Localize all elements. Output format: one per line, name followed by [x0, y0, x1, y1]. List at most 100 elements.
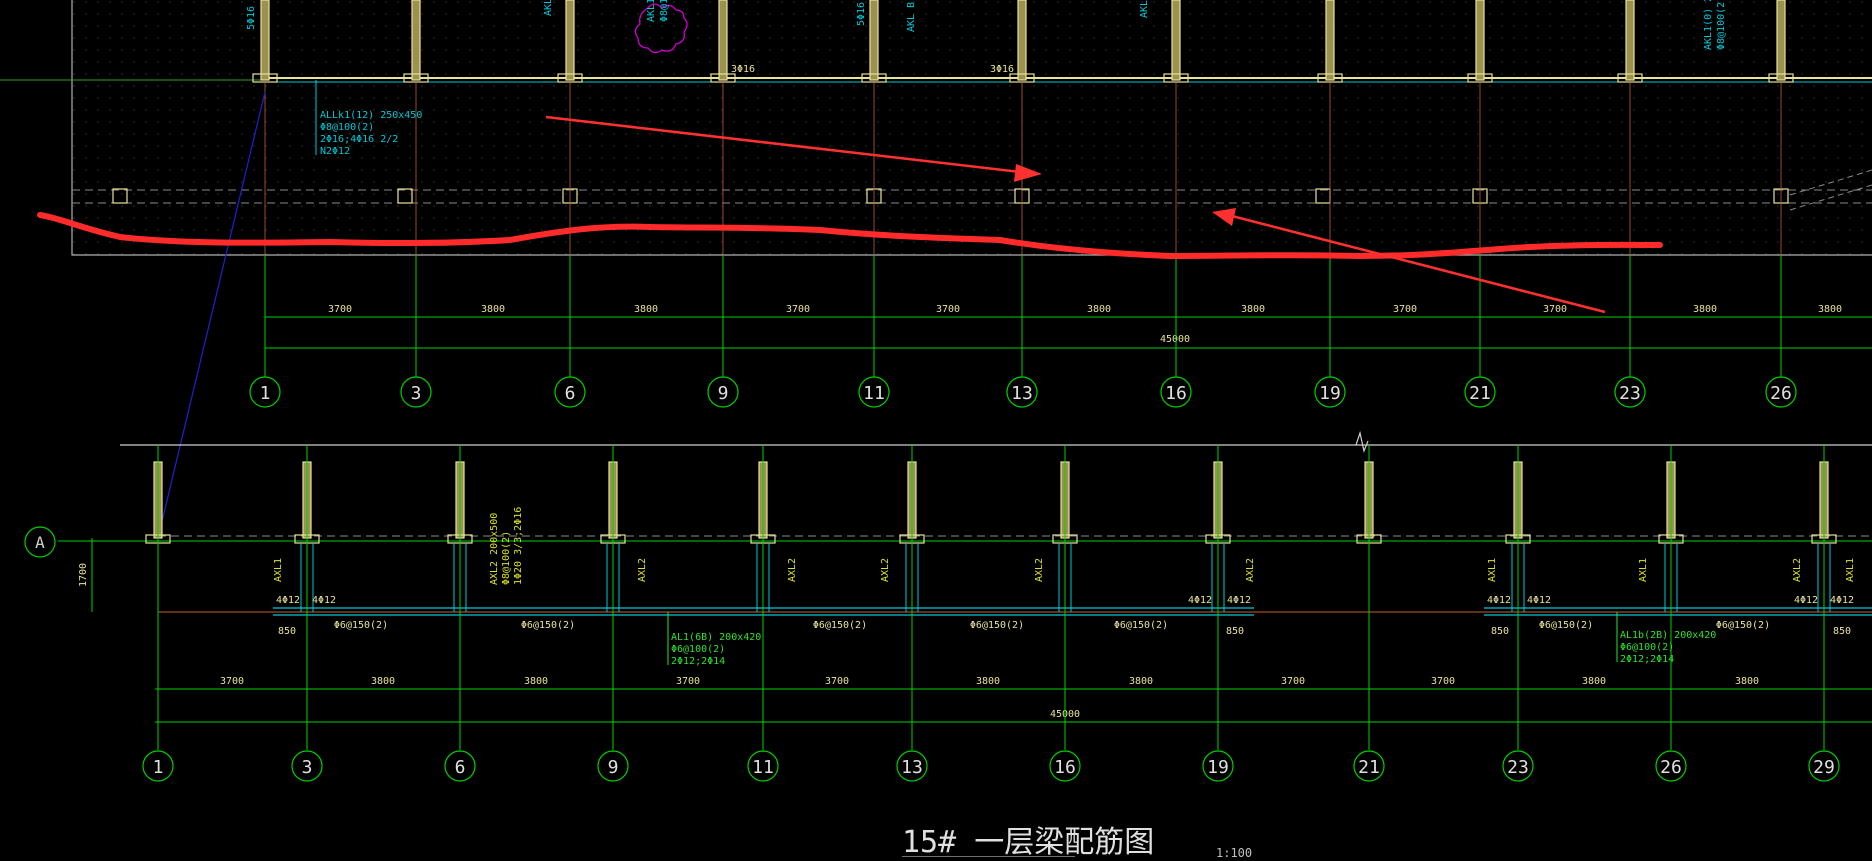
rebar-mark: 4Φ12: [312, 595, 336, 606]
stirrup-spec: Φ6@150(2): [1114, 620, 1168, 631]
beam-label: AXL2: [1034, 558, 1045, 582]
dimension-value: 3700: [1543, 304, 1567, 315]
rebar-mark: 4Φ12: [1830, 595, 1854, 606]
rebar-mark: 4Φ12: [1227, 595, 1251, 606]
dimension-value: 3700: [786, 304, 810, 315]
axis-label: 13: [1011, 383, 1033, 404]
al1b-callout-2: Φ6@100(2): [1620, 642, 1674, 653]
rebar-mark: 4Φ12: [1794, 595, 1818, 606]
drawing-scale: 1:100: [1216, 846, 1252, 857]
axis-label: 21: [1358, 757, 1380, 778]
axis-label: 23: [1507, 757, 1529, 778]
wall-column: [411, 0, 421, 81]
callout-line-1: ALLk1(12) 250x450: [320, 110, 422, 121]
axis-label-a: A: [35, 533, 45, 552]
beam-reinforcement-drawing: 3700 3800 3800 3700 3700 3800 3800 3700 3700 3800…: [0, 0, 1872, 860]
axis-label: 19: [1319, 383, 1341, 404]
axis-label: 29: [1813, 757, 1835, 778]
callout-line-2: Φ8@100(2): [320, 122, 374, 133]
wall-column: [1325, 0, 1335, 81]
al1-callout-2: Φ6@100(2): [671, 644, 725, 655]
dimension-value: 3700: [676, 676, 700, 687]
rebar-mark: 4Φ12: [1487, 595, 1511, 606]
beam-label: AXL1: [273, 558, 284, 582]
al1b-callout-1: AL1b(2B) 200x420: [1620, 630, 1716, 641]
al1-callout-1: AL1(6B) 200x420: [671, 632, 761, 643]
stirrup-spec: Φ6@150(2): [970, 620, 1024, 631]
stirrup-spec: Φ6@150(2): [334, 620, 388, 631]
rebar-mark: 4Φ12: [1188, 595, 1212, 606]
axis-label: 16: [1165, 383, 1187, 404]
stirrup-spec: Φ6@150(2): [813, 620, 867, 631]
axis-label: 19: [1207, 757, 1229, 778]
axis-label: 1: [153, 757, 164, 778]
wall-column: [565, 0, 575, 81]
dimension-value: 3800: [371, 676, 395, 687]
axl2-callout-2: Φ8@100(2): [501, 531, 512, 585]
axis-label: 23: [1619, 383, 1641, 404]
dimension-value: 3700: [328, 304, 352, 315]
axis-label: 3: [411, 383, 422, 404]
dimension-value: 3800: [1087, 304, 1111, 315]
dimension-value: 3700: [1393, 304, 1417, 315]
axis-label: 11: [863, 383, 885, 404]
dimension-value: 3800: [1735, 676, 1759, 687]
drawing-title: 15# 一层梁配筋图: [902, 825, 1154, 857]
upper-plan: 3700 3800 3800 3700 3700 3800 3800 3700 3700 3800…: [0, 0, 1872, 408]
callout-line-3: 2Φ16;4Φ16 2/2: [320, 134, 398, 145]
dimension-value: 3700: [825, 676, 849, 687]
callout-line-4: N2Φ12: [320, 146, 350, 157]
dimension-value: 3700: [1281, 676, 1305, 687]
dimension-value: 3800: [1129, 676, 1153, 687]
axis-label: 16: [1054, 757, 1076, 778]
offset-dimension: 850: [1226, 626, 1244, 637]
lower-plan: A 1700 3700 3800 3800 3700 3700 3800 3800 3700 3…: [24, 430, 1872, 782]
top-label-10: AKL1(0) 20: [1703, 0, 1714, 50]
rebar-mark-1: 3Φ16: [731, 64, 755, 75]
axis-label: 9: [718, 383, 729, 404]
dimension-value: 3800: [524, 676, 548, 687]
rebar-mark: 4Φ12: [1527, 595, 1551, 606]
wall-column: [1475, 0, 1485, 81]
total-dimension: 45000: [1160, 334, 1190, 345]
axis-label: 11: [752, 757, 774, 778]
top-label-11: Φ8@100(2: [1716, 2, 1727, 50]
al1-callout-3: 2Φ12;2Φ14: [671, 656, 725, 667]
wall-column: [1171, 0, 1181, 81]
top-label-7: AKL B(1: [906, 0, 917, 32]
left-dim-value: 1700: [78, 563, 89, 587]
dimension-value: 3800: [976, 676, 1000, 687]
axis-label: 26: [1770, 383, 1792, 404]
dimension-value: 3700: [220, 676, 244, 687]
axis-label: 9: [608, 757, 619, 778]
al1b-callout-3: 2Φ12;2Φ14: [1620, 654, 1674, 665]
dimension-value: 3800: [634, 304, 658, 315]
wall-column: [1625, 0, 1635, 81]
beam-label: AXL2: [880, 558, 891, 582]
dimension-value: 3800: [1693, 304, 1717, 315]
axis-label: 1: [260, 383, 271, 404]
rebar-mark-2: 3Φ16: [990, 64, 1014, 75]
top-label-4: Φ8@10: [659, 0, 670, 22]
stirrup-spec: Φ6@150(2): [521, 620, 575, 631]
break-symbol: [1355, 430, 1369, 454]
beam-label: AXL2: [637, 558, 648, 582]
dimension-value: 3800: [1582, 676, 1606, 687]
cad-drawing-viewport[interactable]: 3700 3800 3800 3700 3700 3800 3800 3700 3700 3800…: [0, 0, 1872, 860]
wall-column: [260, 0, 270, 81]
beam-label: AXL2: [787, 558, 798, 582]
dimension-value: 3700: [1431, 676, 1455, 687]
stirrup-spec: Φ6@150(2): [1539, 620, 1593, 631]
stirrup-spec: Φ6@150(2): [1716, 620, 1770, 631]
beam-label: AXL1: [1638, 558, 1649, 582]
wall-column: [1776, 0, 1786, 81]
rebar-mark: 4Φ12: [276, 595, 300, 606]
axis-label: 3: [302, 757, 313, 778]
axl2-callout-1: AXL2 200x500: [489, 513, 500, 585]
top-label-2: AKL: [543, 0, 554, 16]
beam-label: AXL2: [1792, 558, 1803, 582]
top-label-9: AKL: [1139, 0, 1150, 18]
top-label-1: 5Φ16 3Φ: [246, 0, 257, 30]
axis-label: 6: [565, 383, 576, 404]
offset-dimension: 850: [1491, 626, 1509, 637]
